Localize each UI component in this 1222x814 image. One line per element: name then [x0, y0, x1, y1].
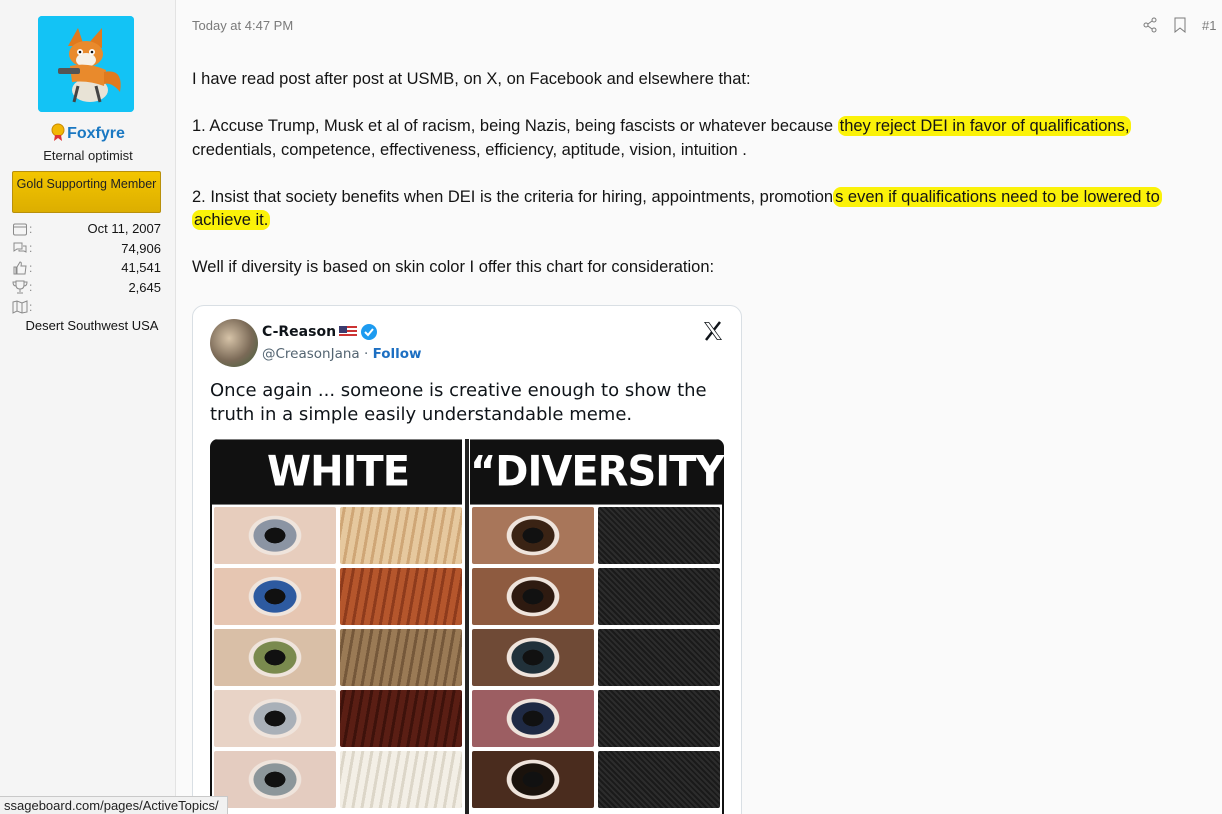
status-bar-url: ssageboard.com/pages/ActiveTopics/ [0, 796, 228, 814]
post-paragraph-3: 2. Insist that society benefits when DEI… [192, 186, 1222, 233]
meme-right-title: “DIVERSITY” [470, 439, 724, 505]
post-date[interactable]: Today at 4:47 PM [192, 18, 293, 33]
follow-link[interactable]: Follow [373, 346, 422, 362]
eye-image [472, 751, 594, 808]
eye-image [472, 507, 594, 564]
stat-points: : 2,645 [12, 278, 161, 298]
meme-left-title: WHITE [212, 439, 464, 505]
embedded-tweet[interactable]: C-Reason @CreasonJana · Follow Once agai… [192, 305, 742, 814]
p2-text-b: credentials, competence, effectiveness, … [192, 140, 747, 159]
messages-icon: : [12, 241, 32, 255]
username-text[interactable]: Foxfyre [67, 125, 125, 142]
x-logo-icon[interactable] [701, 319, 725, 343]
username[interactable]: Foxfyre [0, 123, 176, 143]
eye-image [214, 690, 336, 747]
stat-joined-value: Oct 11, 2007 [87, 221, 161, 237]
user-title: Eternal optimist [43, 148, 133, 163]
eye-image [214, 629, 336, 686]
tweet-avatar[interactable] [210, 319, 258, 367]
stat-messages-value: 74,906 [121, 240, 161, 256]
post-paragraph-2: 1. Accuse Trump, Musk et al of racism, b… [192, 115, 1222, 162]
user-location: Desert Southwest USA [25, 318, 159, 333]
p3-text-a: 2. Insist that society benefits when DEI… [192, 187, 834, 206]
tweet-text: Once again ... someone is creative enoug… [210, 380, 707, 425]
hair-image [340, 690, 462, 747]
highlight-1: they reject DEI in favor of qualificatio… [837, 116, 1132, 136]
hair-image [340, 568, 462, 625]
dark-hair-image [598, 690, 720, 747]
user-banner: Gold Supporting Member [12, 171, 161, 213]
share-icon[interactable] [1142, 17, 1158, 33]
user-sidebar: Foxfyre Eternal optimist Gold Supporting… [0, 0, 176, 814]
verified-badge-icon [361, 324, 378, 340]
highlight-2: s even if qualifications need to be lowe… [833, 186, 1162, 207]
stat-points-value: 2,645 [128, 279, 161, 295]
tweet-handle-line: @CreasonJana · Follow [262, 346, 422, 362]
user-stats: : Oct 11, 2007 : 74,906 : 41,541 : 2,645… [12, 219, 161, 317]
stat-messages: : 74,906 [12, 239, 161, 259]
stat-reactions-value: 41,541 [121, 260, 161, 276]
post-paragraph-4: Well if diversity is based on skin color… [192, 258, 715, 276]
stat-joined: : Oct 11, 2007 [12, 219, 161, 239]
eye-image [214, 568, 336, 625]
eye-image [472, 629, 594, 686]
user-avatar[interactable] [38, 16, 134, 112]
fox-avatar-image [38, 16, 134, 112]
p2-text-a: 1. Accuse Trump, Musk et al of racism, b… [192, 117, 838, 135]
map-icon: : [12, 300, 32, 314]
dark-hair-image [598, 751, 720, 808]
thumbs-up-icon: : [12, 261, 32, 275]
us-flag-icon [339, 326, 358, 338]
stat-location: : [12, 297, 161, 317]
tweet-author-name[interactable]: C-Reason [262, 324, 336, 340]
eye-image [214, 507, 336, 564]
eye-image [472, 690, 594, 747]
hair-image [340, 629, 462, 686]
eye-image [214, 751, 336, 808]
post-paragraph-1: I have read post after post at USMB, on … [192, 70, 751, 88]
calendar-icon: : [12, 222, 32, 236]
tweet-handle[interactable]: @CreasonJana [262, 346, 360, 362]
hair-image [340, 751, 462, 808]
post-actions: #1 [1142, 17, 1216, 33]
hair-image [340, 507, 462, 564]
meme-right-column: “DIVERSITY” [470, 439, 724, 814]
medal-icon [51, 123, 65, 141]
post-number[interactable]: #1 [1202, 18, 1216, 33]
stat-reactions: : 41,541 [12, 258, 161, 278]
tweet-author[interactable]: C-Reason [262, 323, 378, 341]
meme-left-column: WHITE [212, 439, 464, 814]
post-body: I have read post after post at USMB, on … [192, 68, 1222, 303]
dark-hair-image [598, 629, 720, 686]
tweet-separator: · [359, 346, 373, 362]
highlight-3: achieve it. [192, 210, 271, 230]
eye-image [472, 568, 594, 625]
dark-hair-image [598, 507, 720, 564]
trophy-icon: : [12, 280, 32, 294]
bookmark-icon[interactable] [1172, 17, 1188, 33]
dark-hair-image [598, 568, 720, 625]
tweet-meme-image[interactable]: WHITE “DIVERSITY” [210, 439, 724, 814]
